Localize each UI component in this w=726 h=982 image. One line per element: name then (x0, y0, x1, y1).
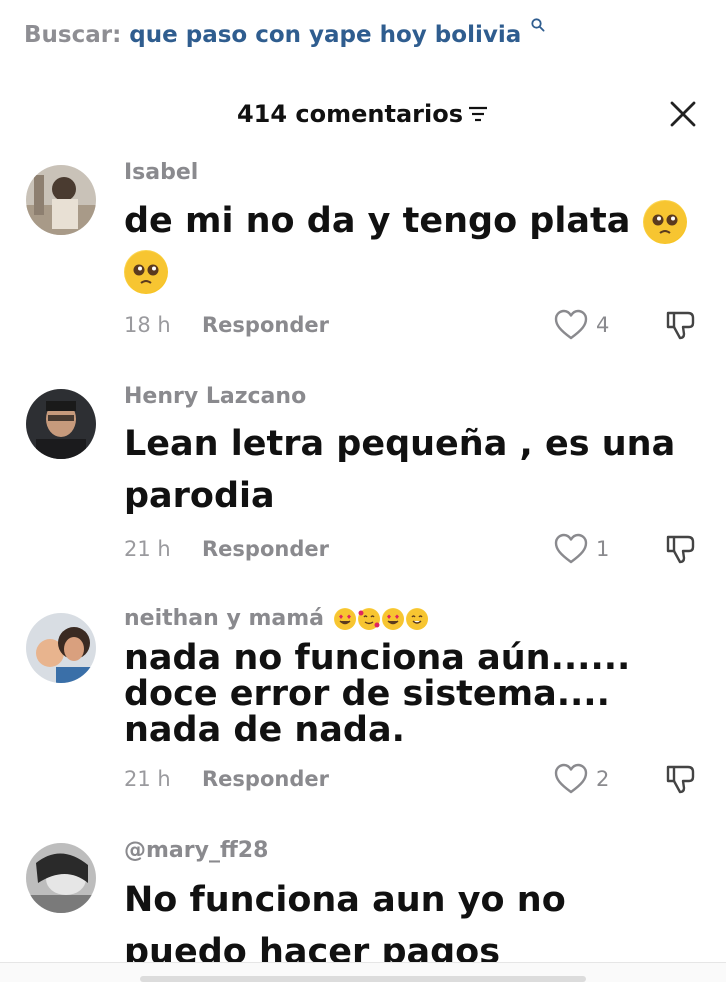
smiling-hearts-emoji (357, 608, 380, 630)
comment-text: de mi no da y tengo plata (124, 196, 694, 296)
comment-username[interactable]: @mary_ff28 (124, 838, 268, 863)
comment-text-line: Lean letra pequeña , es una (124, 424, 676, 464)
like-count: 1 (596, 537, 610, 561)
comment-time: 21 h (124, 767, 171, 791)
comment-meta: 18 h Responder 4 (124, 309, 704, 343)
comment-meta: 21 h Responder 2 (124, 763, 704, 797)
username-text: neithan y mamá (124, 606, 325, 631)
comment-text-line: nada no funciona aún...... (124, 638, 631, 678)
comment-time: 18 h (124, 313, 171, 337)
comment-meta: 21 h Responder 1 (124, 533, 704, 567)
comment-text-line: parodia (124, 476, 275, 516)
heart-eyes-emoji (333, 608, 356, 630)
filter-icon[interactable] (467, 97, 489, 133)
comment-text-line: de mi no da y tengo plata (124, 201, 631, 241)
heart-eyes-emoji (381, 608, 404, 630)
comment-username[interactable]: neithan y mamá (124, 606, 428, 631)
avatar[interactable] (26, 389, 96, 459)
close-button[interactable] (668, 99, 698, 129)
reply-button[interactable]: Responder (202, 537, 329, 561)
dislike-button[interactable] (664, 533, 696, 569)
thumbs-down-icon[interactable] (664, 763, 696, 795)
thumbs-down-icon[interactable] (664, 309, 696, 341)
avatar[interactable] (26, 613, 96, 683)
like-count: 2 (596, 767, 610, 791)
comment-time: 21 h (124, 537, 171, 561)
reply-button[interactable]: Responder (202, 767, 329, 791)
comment-text-line: doce error de sistema.... (124, 674, 610, 714)
heart-icon[interactable] (554, 763, 588, 795)
pleading-face-emoji (124, 250, 168, 294)
like-button[interactable]: 4 (554, 309, 609, 345)
dislike-button[interactable] (664, 763, 696, 799)
comments-header: 414 comentarios (0, 96, 726, 132)
search-bar[interactable]: Buscar: que paso con yape hoy bolivia (24, 18, 545, 48)
avatar[interactable] (26, 165, 96, 235)
comment-text: nada no funciona aún...... doce error de… (124, 640, 694, 748)
like-count: 4 (596, 313, 610, 337)
heart-icon[interactable] (554, 533, 588, 565)
avatar[interactable] (26, 843, 96, 913)
comment-text-line: No funciona aun yo no (124, 880, 566, 920)
pleading-face-emoji (642, 200, 687, 244)
comment-count: 414 comentarios (236, 100, 464, 128)
search-label: Buscar: (24, 22, 122, 48)
comment-username[interactable]: Henry Lazcano (124, 384, 306, 409)
heart-icon[interactable] (554, 309, 588, 341)
comment-username[interactable]: Isabel (124, 160, 198, 185)
comment-item: @mary_ff28 No funciona aun yo no puedo h… (0, 838, 726, 962)
search-query[interactable]: que paso con yape hoy bolivia (129, 22, 521, 48)
comment-text: Lean letra pequeña , es una parodia (124, 418, 694, 522)
comment-text: No funciona aun yo no puedo hacer pagos (124, 874, 694, 962)
comment-text-line: nada de nada. (124, 710, 405, 750)
like-button[interactable]: 2 (554, 763, 609, 799)
search-icon[interactable] (523, 12, 545, 38)
like-button[interactable]: 1 (554, 533, 609, 569)
comment-text-line: puedo hacer pagos (124, 932, 501, 962)
close-icon[interactable] (668, 99, 698, 129)
reply-button[interactable]: Responder (202, 313, 329, 337)
home-indicator (140, 976, 586, 982)
dislike-button[interactable] (664, 309, 696, 345)
thumbs-down-icon[interactable] (664, 533, 696, 565)
blushing-smile-emoji (405, 608, 428, 630)
